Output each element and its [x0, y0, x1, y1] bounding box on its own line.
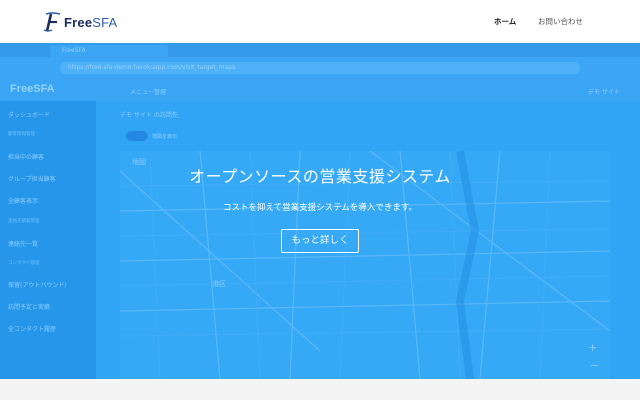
freesfa-logo-icon	[43, 12, 61, 32]
sidebar-item: 連絡先一覧	[8, 241, 39, 248]
sidebar-heading: 連絡先情報管理	[8, 219, 40, 224]
sidebar-heading: 顧客情報管理	[8, 132, 35, 137]
sidebar-heading: コンタクト管理	[8, 261, 40, 266]
app-menu-label: メニュー管理	[130, 89, 167, 96]
map-zoom-in: +	[588, 341, 598, 354]
app-content: デモ サイト の訪問先 地図を表示 地図 港区 + −	[96, 101, 640, 379]
app-sidebar: ダッシュボード 顧客情報管理 担当中の顧客 グループ担当顧客 全顧客表示 連絡先…	[0, 101, 96, 379]
browser-tab: FreeSFA	[50, 45, 168, 57]
browser-urlbar: https://free-sfa-demo.herokuapp.com/visi…	[0, 57, 640, 79]
breadcrumb: デモ サイト の訪問先	[120, 112, 178, 119]
hero-section: FreeSFA https://free-sfa-demo.herokuapp.…	[0, 43, 640, 379]
sidebar-item: 保留(アウトバウンド)	[8, 282, 67, 289]
app-site-label: デモ サイト	[588, 89, 620, 96]
sidebar-item: ダッシュボード	[8, 112, 51, 119]
sidebar-item: 訪問予定と実績	[8, 304, 51, 311]
browser-tabbar: FreeSFA	[0, 43, 640, 57]
brand-logo[interactable]: FreeSFA	[42, 11, 117, 33]
nav-home-link[interactable]: ホーム	[494, 16, 516, 27]
hero-headline: オープンソースの営業支援システム	[189, 167, 451, 186]
learn-more-button[interactable]: もっと詳しく	[281, 229, 359, 253]
page-footer-band	[0, 379, 640, 400]
hero-subline: コストを抑えて営業支援システムを導入できます。	[223, 203, 417, 213]
map-toggle-label: 地図を表示	[152, 134, 178, 140]
browser-url: https://free-sfa-demo.herokuapp.com/visi…	[60, 62, 580, 74]
map-zoom-out: −	[590, 359, 600, 372]
top-navbar: FreeSFA ホーム お問い合わせ	[0, 0, 640, 43]
nav-contact-link[interactable]: お問い合わせ	[538, 16, 583, 27]
app-header: FreeSFA メニュー管理 デモ サイト	[0, 79, 640, 101]
brand-name: FreeSFA	[64, 14, 118, 30]
map-toggle	[126, 131, 148, 141]
sidebar-item: 担当中の顧客	[8, 154, 45, 161]
app-logo: FreeSFA	[10, 83, 55, 95]
sidebar-item: 全コンタクト履歴	[8, 326, 57, 333]
map-district-label: 港区	[212, 280, 226, 288]
